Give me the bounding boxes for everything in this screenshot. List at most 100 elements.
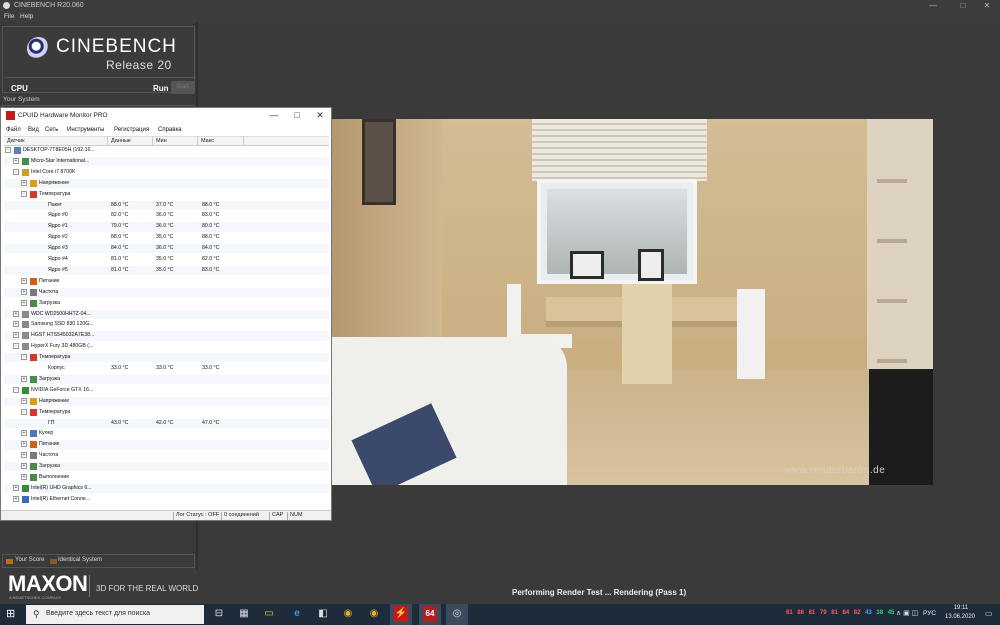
sensor-row[interactable]: - NVIDIA GeForce GTX 16... <box>4 386 329 395</box>
column-max[interactable]: Макс <box>201 138 214 144</box>
taskbar-search-placeholder[interactable]: Введите здесь текст для поиска <box>46 610 150 617</box>
sensor-row[interactable]: + Напряжение <box>4 396 329 406</box>
sensor-row[interactable]: + Samsung SSD 830 120G... <box>4 320 329 329</box>
sensor-row[interactable]: + Загрузка <box>4 462 329 472</box>
run-button[interactable]: Start <box>171 81 194 94</box>
menu-help-ru[interactable]: Справка <box>158 127 182 133</box>
sensor-row[interactable]: Ядро #3 84.0 °C 36.0 °C 84.0 °C <box>4 244 329 254</box>
column-sensor[interactable]: Датчик <box>7 138 25 144</box>
hwmonitor-minimize-button[interactable]: — <box>263 110 285 120</box>
tray-system-icons[interactable]: ∧ ▣ ◫ <box>896 609 918 617</box>
expand-icon[interactable]: + <box>21 299 27 306</box>
collapse-icon[interactable]: - <box>21 190 27 197</box>
chrome-icon[interactable]: ◉ <box>341 606 355 622</box>
sensor-row[interactable]: Ядро #2 88.0 °C 35.0 °C 88.0 °C <box>4 233 329 242</box>
tray-temperature-value[interactable]: 81 <box>809 610 816 616</box>
tray-temperature-value[interactable]: 38 <box>876 610 883 616</box>
tray-temperature-value[interactable]: 61 <box>786 610 793 616</box>
tray-date[interactable]: 13.06.2020 <box>942 614 978 620</box>
menu-view-ru[interactable]: Вид <box>28 127 39 133</box>
column-value[interactable]: Данные <box>111 138 131 144</box>
collapse-icon[interactable]: - <box>21 354 27 361</box>
expand-icon[interactable]: + <box>21 463 27 470</box>
sensor-row[interactable]: Ядро #0 82.0 °C 36.0 °C 83.0 °C <box>4 211 329 220</box>
collapse-icon[interactable]: - <box>13 343 19 350</box>
menu-tools-ru[interactable]: Инструменты <box>67 127 104 133</box>
cinebench-icon[interactable]: ◎ <box>450 606 464 622</box>
expand-icon[interactable]: + <box>21 375 27 382</box>
menu-file-ru[interactable]: Файл <box>6 127 21 133</box>
close-button[interactable]: ✕ <box>974 0 1000 11</box>
sensor-row[interactable]: + Питание <box>4 440 329 450</box>
sensor-row[interactable]: - Температура <box>4 353 329 363</box>
expand-icon[interactable]: + <box>21 474 27 480</box>
hwmonitor-title-bar[interactable]: CPUID Hardware Monitor PRO — □ ✕ <box>1 108 331 124</box>
sensor-row[interactable]: + HGST HTS545032A7E38... <box>4 331 329 341</box>
tray-temperature-value[interactable]: 86 <box>797 610 804 616</box>
sensor-row[interactable]: + Частота <box>4 287 329 297</box>
tray-temperature-value[interactable]: 45 <box>888 610 895 616</box>
expand-icon[interactable]: + <box>21 277 27 284</box>
sensor-row[interactable]: - HyperX Fury 3D 480GB (... <box>4 342 329 351</box>
expand-icon[interactable]: + <box>13 310 19 317</box>
sensor-row[interactable]: - DESKTOP-7T8E05H (192.16... <box>4 146 329 155</box>
collapse-icon[interactable]: - <box>5 147 11 153</box>
expand-icon[interactable]: + <box>21 397 27 404</box>
sensor-row[interactable]: + Загрузка <box>4 299 329 308</box>
column-separator[interactable] <box>243 136 244 146</box>
sensor-row[interactable]: Пакет 88.0 °C 37.0 °C 88.0 °C <box>4 200 329 210</box>
sensor-row[interactable]: + Питание <box>4 277 329 286</box>
column-separator[interactable] <box>107 136 108 146</box>
hwmonitor-icon[interactable]: ⚡ <box>394 606 408 622</box>
sensor-row[interactable]: Ядро #5 81.0 °C 35.0 °C 83.0 °C <box>4 265 329 276</box>
maximize-button[interactable]: □ <box>950 0 976 11</box>
column-separator[interactable] <box>197 136 198 146</box>
expand-icon[interactable]: + <box>21 452 27 459</box>
sensor-row[interactable]: - Температура <box>4 190 329 199</box>
edge-icon[interactable]: e <box>290 606 304 622</box>
column-separator[interactable] <box>152 136 153 146</box>
calculator-icon[interactable]: ▦ <box>237 606 251 622</box>
sensor-row[interactable]: + Intel(R) Ethernet Conne... <box>4 495 329 504</box>
tray-temperature-value[interactable]: 81 <box>831 610 838 616</box>
sensor-row[interactable]: ГП 43.0 °C 42.0 °C 47.0 °C <box>4 418 329 428</box>
start-button[interactable]: ⊞ <box>6 607 15 620</box>
store-icon[interactable]: ◧ <box>316 606 330 622</box>
menu-network-ru[interactable]: Сеть <box>45 127 58 133</box>
expand-icon[interactable]: + <box>21 288 27 295</box>
sensor-row[interactable]: Ядро #1 79.0 °C 36.0 °C 80.0 °C <box>4 222 329 232</box>
chrome-alt-icon[interactable]: ◉ <box>367 606 381 622</box>
sensor-row[interactable]: Ядро #4 81.0 °C 35.0 °C 82.0 °C <box>4 255 329 264</box>
aida64-icon[interactable]: 64 <box>423 606 437 622</box>
sensor-row[interactable]: + Intel(R) UHD Graphics 6... <box>4 483 329 494</box>
collapse-icon[interactable]: - <box>13 386 19 393</box>
sensor-row[interactable]: Корпус 33.0 °C 33.0 °C 33.0 °C <box>4 364 329 373</box>
collapse-icon[interactable]: - <box>21 408 27 415</box>
tray-temperature-value[interactable]: 79 <box>820 610 827 616</box>
tray-temperature-value[interactable]: 43 <box>865 610 872 616</box>
expand-icon[interactable]: + <box>13 332 19 339</box>
expand-icon[interactable]: + <box>13 157 19 164</box>
tray-time[interactable]: 19:11 <box>948 605 974 611</box>
menu-help[interactable]: Help <box>20 11 33 22</box>
task-view-icon[interactable]: ⊟ <box>212 606 226 622</box>
explorer-icon[interactable]: ▭ <box>262 606 276 622</box>
hwmonitor-close-button[interactable]: ✕ <box>309 110 331 121</box>
hwmonitor-maximize-button[interactable]: □ <box>286 110 308 120</box>
sensor-row[interactable]: + Частота <box>4 451 329 460</box>
column-min[interactable]: Мин <box>156 138 167 144</box>
sensor-row[interactable]: + Micro-Star International... <box>4 156 329 167</box>
tray-temperature-value[interactable]: 82 <box>854 610 861 616</box>
sensor-row[interactable]: + Загрузка <box>4 374 329 385</box>
notification-icon[interactable]: ▭ <box>985 609 993 618</box>
collapse-icon[interactable]: - <box>13 168 19 175</box>
sensor-row[interactable]: + WDC WD2500HHTZ-04... <box>4 309 329 319</box>
menu-registration-ru[interactable]: Регистрация <box>114 127 149 133</box>
expand-icon[interactable]: + <box>13 321 19 328</box>
minimize-button[interactable]: — <box>920 0 946 11</box>
expand-icon[interactable]: + <box>21 441 27 448</box>
sensor-row[interactable]: + Напряжение <box>4 178 329 188</box>
sensor-row[interactable]: - Температура <box>4 408 329 417</box>
sensor-row[interactable]: + Выполнение <box>4 473 329 482</box>
menu-file[interactable]: File <box>4 11 14 22</box>
